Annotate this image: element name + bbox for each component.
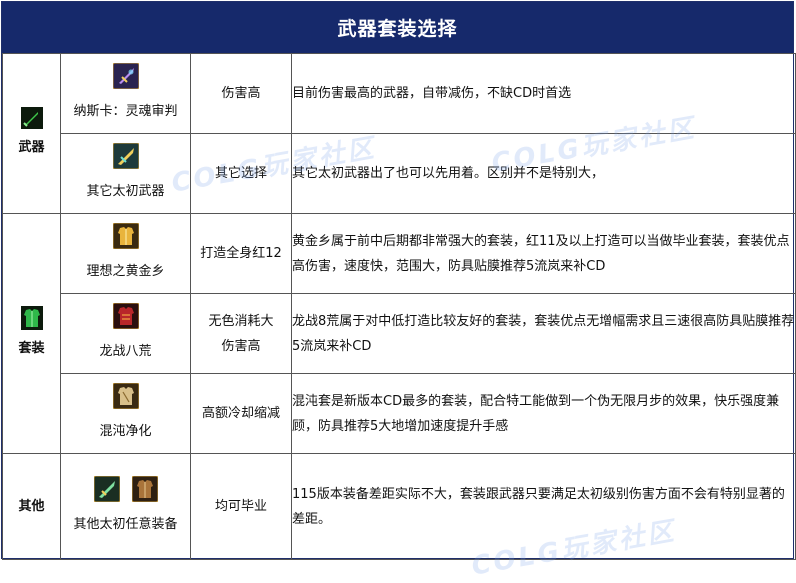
- green-armor-icon: [20, 306, 43, 330]
- item-cell: 混沌净化: [60, 373, 191, 454]
- golden-sword-icon: [112, 143, 139, 169]
- selection-table: 武器 纳斯卡：灵魂审判 伤害高 目前伤害最高的武器，自带减伤，不缺CD时首选 其…: [2, 53, 796, 560]
- page-title: 武器套装选择: [2, 2, 793, 53]
- green-blade-icon: [93, 476, 120, 502]
- item-tag: 均可毕业: [190, 453, 292, 560]
- table-row: 混沌净化 高额冷却缩减 混沌套是新版本CD最多的套装，配合特工能做到一个伪无限月…: [3, 373, 796, 454]
- item-description: 目前伤害最高的武器，自带减伤，不缺CD时首选: [291, 53, 796, 134]
- item-name: 龙战八荒: [99, 344, 152, 359]
- item-name: 其他太初任意装备: [73, 517, 178, 532]
- item-tag: 伤害高: [190, 53, 292, 134]
- item-tag: 打造全身红12: [190, 213, 292, 294]
- category-other: 其他: [2, 453, 61, 560]
- item-description: 其它太初武器出了也可以先用着。区别并不是特别大，: [291, 133, 796, 214]
- table-row: 其它太初武器 其它选择 其它太初武器出了也可以先用着。区别并不是特别大，: [3, 133, 796, 214]
- item-tag: 高额冷却缩减: [190, 373, 292, 454]
- item-cell: 纳斯卡：灵魂审判: [60, 53, 191, 134]
- table-row: 套装 理想之黄金乡 打造全身红12 黄金乡属于前中后期都非常强大的套装，红11及…: [2, 213, 796, 454]
- red-armor-icon: [112, 303, 139, 329]
- item-tag: 其它选择: [190, 133, 292, 214]
- category-armor: 套装: [2, 213, 61, 454]
- table-row: 武器 纳斯卡：灵魂审判 伤害高 目前伤害最高的武器，自带减伤，不缺CD时首选: [2, 53, 796, 214]
- item-name: 纳斯卡：灵魂审判: [73, 104, 178, 119]
- item-name: 其它太初武器: [86, 184, 165, 199]
- weapon-armor-guide: 武器套装选择 武器 纳斯卡：灵魂审判 伤害高 目前伤害最高的武器，自带减伤，不缺…: [1, 1, 796, 560]
- purple-sword-icon: [112, 63, 139, 89]
- item-description: 混沌套是新版本CD最多的套装，配合特工能做到一个伪无限月步的效果，快乐强度兼顾，…: [291, 373, 796, 454]
- green-sword-icon: [20, 107, 43, 129]
- chaos-armor-icon: [112, 383, 139, 409]
- item-description: 115版本装备差距实际不大，套装跟武器只要满足太初级别伤害方面不会有特别显著的差…: [291, 453, 796, 560]
- category-weapon: 武器: [2, 53, 61, 214]
- table-row: 龙战八荒 无色消耗大 伤害高 龙战8荒属于对中低打造比较友好的套装，套装优点无增…: [3, 293, 796, 374]
- item-name: 理想之黄金乡: [86, 264, 165, 279]
- gold-armor-icon: [112, 223, 139, 249]
- item-cell: 龙战八荒: [60, 293, 191, 374]
- item-description: 龙战8荒属于对中低打造比较友好的套装，套装优点无增幅需求且三速很高防具贴膜推荐5…: [291, 293, 796, 374]
- category-label: 武器: [18, 140, 45, 155]
- table-row: 其他 其他太初任意装备 均可毕业 115版本装备差距实际不大，套装跟武器只要满足…: [2, 453, 796, 560]
- item-tag-line: 无色消耗大: [208, 313, 274, 329]
- item-cell: 其他太初任意装备: [60, 453, 191, 560]
- item-tag: 无色消耗大 伤害高: [190, 293, 292, 374]
- item-tag-line: 伤害高: [221, 338, 261, 354]
- bronze-armor-icon: [131, 476, 158, 502]
- item-name: 混沌净化: [99, 424, 152, 439]
- item-description: 黄金乡属于前中后期都非常强大的套装，红11及以上打造可以当做毕业套装，套装优点高…: [291, 213, 796, 294]
- category-label: 套装: [18, 341, 45, 356]
- item-cell: 理想之黄金乡: [60, 213, 191, 294]
- item-icons: [61, 476, 190, 502]
- item-cell: 其它太初武器: [60, 133, 191, 214]
